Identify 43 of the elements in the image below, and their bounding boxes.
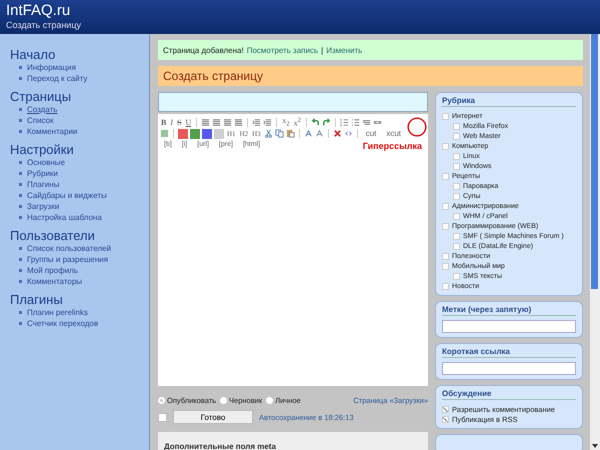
section-title: Пользователи (10, 228, 95, 243)
section-title: Начало (10, 47, 56, 62)
sidebar-link[interactable]: Рубрики (27, 169, 58, 178)
sidebar-link[interactable]: Загрузки (27, 202, 60, 211)
sidebar-link[interactable]: Комментаторы (27, 277, 82, 286)
sidebar-link[interactable]: Группы и разрешения (27, 255, 108, 264)
sidebar-link[interactable]: Создать (27, 105, 58, 114)
sidebar-link[interactable]: Список (27, 116, 54, 125)
section-title: Страницы (10, 89, 72, 104)
sidebar-link[interactable]: Плагин perelinks (27, 308, 88, 317)
site-title[interactable]: IntFAQ.ru (6, 2, 70, 20)
sidebar-link[interactable]: Переход к сайту (27, 74, 88, 83)
page-subtitle: Создать страницу (6, 20, 81, 30)
format-button[interactable]: S (176, 118, 182, 128)
toolbar-button[interactable]: cut (362, 128, 380, 138)
sidebar-link[interactable]: Список пользователей (27, 244, 112, 253)
panel-title: Обсуждение (442, 389, 576, 400)
sidebar-link[interactable]: Плагины (27, 180, 60, 189)
sidebar-link[interactable]: Счетчик переходов (27, 319, 98, 328)
edit-link[interactable]: Изменить (326, 46, 362, 54)
script-button[interactable]: x$_{2}$ (281, 116, 291, 130)
page-title: Создать страницу (163, 69, 263, 83)
toolbar-button[interactable]: xcut (382, 128, 406, 138)
format-button[interactable]: I (169, 118, 174, 128)
separator-text: | (321, 46, 324, 54)
script-button[interactable]: x$^{2}$ (292, 116, 302, 129)
panel-title: Метки (через запятую) (442, 305, 576, 316)
panel-title: Короткая ссылка (442, 347, 576, 358)
sidebar-link[interactable]: Сайдбары и виджеты (27, 191, 107, 200)
sidebar-link[interactable]: Основные (27, 158, 65, 167)
annotation-text: Гиперссылка (362, 141, 422, 151)
done-button[interactable]: Готово (173, 410, 253, 424)
section-title: Настройки (10, 142, 74, 157)
sidebar-link[interactable]: Информация (27, 63, 76, 72)
notice-text: Страница добавлена! (163, 46, 244, 54)
panel-title: Рубрика (442, 96, 576, 107)
format-button[interactable]: U (184, 118, 192, 128)
section-title: Плагины (10, 292, 63, 307)
format-button[interactable]: B (160, 118, 168, 128)
view-link[interactable]: Посмотреть запись (246, 46, 318, 54)
sidebar-link[interactable]: Мой профиль (27, 266, 78, 275)
sidebar-link[interactable]: Комментарии (27, 127, 78, 136)
sidebar-link[interactable]: Настройка шаблона (27, 213, 102, 222)
